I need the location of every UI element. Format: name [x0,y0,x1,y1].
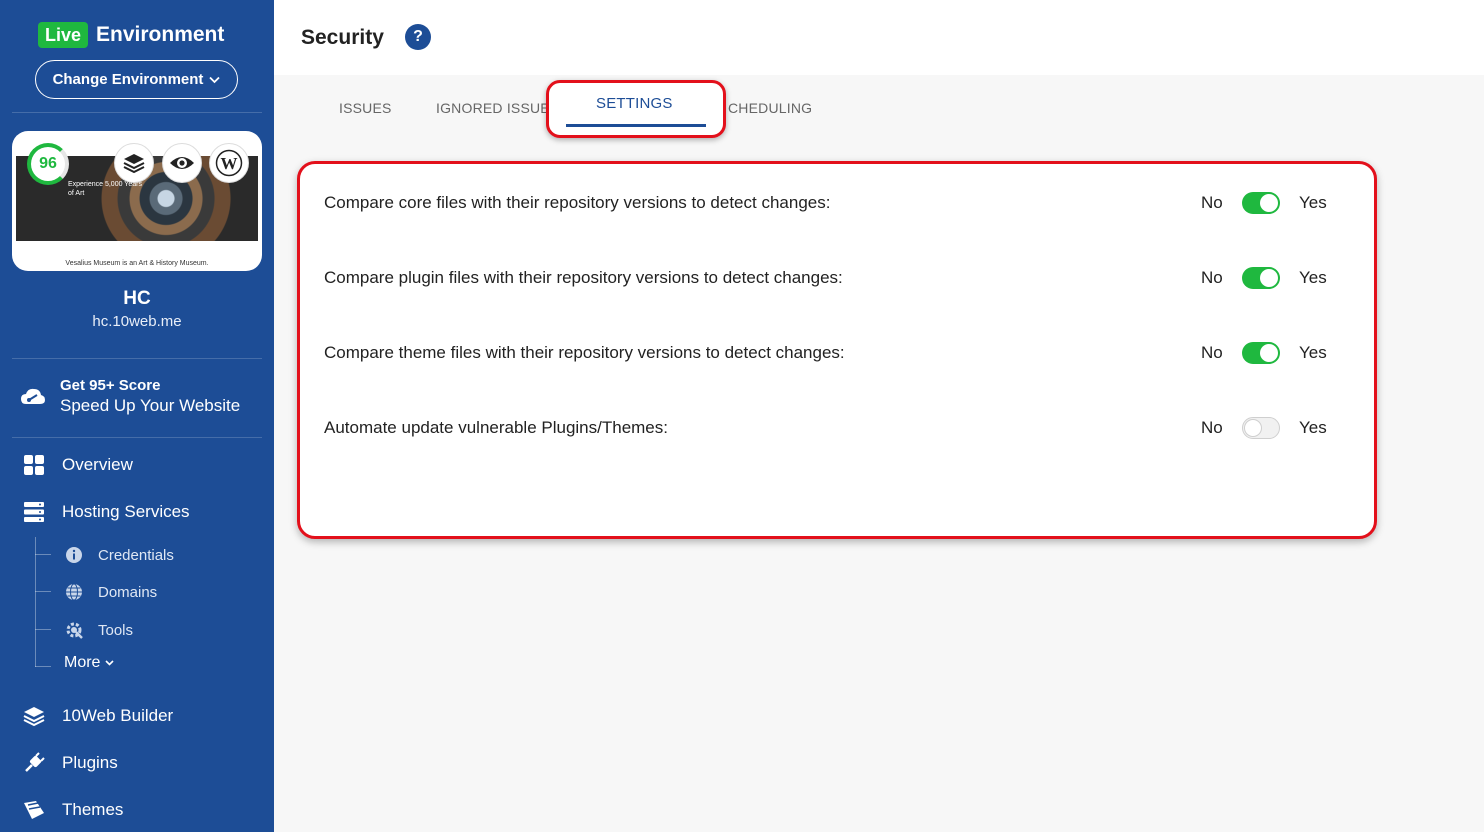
help-button[interactable]: ? [405,24,431,50]
submenu-line [35,537,36,667]
environment-title: Environment [96,23,225,46]
environment-header: Live Environment [38,22,224,48]
preview-view-button[interactable] [162,143,202,183]
preview-caption: Vesalius Museum is an Art & History Muse… [65,260,209,267]
tab-ignored-issues[interactable]: IGNORED ISSUE [436,100,550,116]
sidebar-item-overview[interactable]: Overview [22,453,133,477]
sidebar-item-credentials[interactable]: Credentials [64,545,174,565]
no-label: No [1201,418,1223,437]
sidebar-item-label: Plugins [62,753,118,772]
core-files-toggle[interactable] [1242,192,1280,214]
sidebar-item-label: Credentials [98,546,174,564]
layers-icon [22,704,46,728]
promo-title: Get 95+ Score [60,377,161,394]
plugin-files-toggle[interactable] [1242,267,1280,289]
sidebar-item-plugins[interactable]: Plugins [22,751,118,775]
setting-label: Compare core files with their repository… [324,193,831,212]
wordpress-icon: W [215,149,243,177]
change-environment-button[interactable]: Change Environment [35,60,238,99]
sidebar-item-label: Domains [98,583,158,601]
plug-icon [22,751,46,775]
toggle-knob [1260,344,1278,362]
yes-label: Yes [1299,193,1327,212]
gear-icon [66,622,83,639]
svg-text:W: W [221,154,238,173]
more-label: More [64,654,101,671]
sidebar-item-label: Themes [62,800,124,819]
live-badge: Live [38,22,89,48]
chevron-down-icon [105,660,115,666]
speed-cloud-icon [21,388,45,404]
layers-button[interactable] [114,143,154,183]
setting-row-auto-update: Automate update vulnerable Plugins/Theme… [324,413,1354,443]
eye-icon [170,157,194,169]
yes-label: Yes [1299,268,1327,287]
toggle-knob [1244,419,1262,437]
toggle-knob [1260,194,1278,212]
divider [12,112,262,113]
setting-label: Compare theme files with their repositor… [324,343,845,362]
security-settings-card: Compare core files with their repository… [297,161,1377,539]
submenu-tick [35,666,51,667]
sidebar-item-label: Hosting Services [62,502,190,521]
tab-issues[interactable]: ISSUES [339,100,392,116]
no-label: No [1201,343,1223,362]
change-environment-label: Change Environment [52,71,204,88]
wordpress-button[interactable]: W [209,143,249,183]
active-tab-underline [566,124,706,127]
sidebar-item-hosting-services[interactable]: Hosting Services [22,500,190,524]
setting-row-theme-files: Compare theme files with their repositor… [324,338,1354,368]
submenu-tick [35,629,51,630]
no-label: No [1201,193,1223,212]
site-name: HC [123,288,151,309]
site-preview[interactable]: Experience 5,000 Years of Art Vesalius M… [12,131,262,271]
dashboard-icon [22,453,46,477]
divider [12,358,262,359]
brush-icon [22,798,46,822]
theme-files-toggle[interactable] [1242,342,1280,364]
submenu-tick [35,591,51,592]
yes-label: Yes [1299,343,1327,362]
performance-score: 96 [27,143,69,185]
promo-subtitle: Speed Up Your Website [60,396,241,415]
sidebar-item-label: Overview [62,455,133,474]
sidebar-item-domains[interactable]: Domains [64,582,157,602]
yes-label: Yes [1299,418,1327,437]
server-icon [22,500,46,524]
sidebar-item-10web-builder[interactable]: 10Web Builder [22,704,173,728]
sidebar-item-tools[interactable]: Tools [64,620,133,640]
no-label: No [1201,268,1223,287]
tab-settings[interactable]: SETTINGS [596,95,673,112]
divider [12,437,262,438]
page-title: Security [301,26,384,49]
submenu-tick [35,554,51,555]
setting-label: Compare plugin files with their reposito… [324,268,843,287]
sidebar-more-button[interactable]: More [64,654,115,672]
globe-icon [66,583,82,601]
setting-row-plugin-files: Compare plugin files with their reposito… [324,263,1354,293]
speed-up-promo[interactable]: Get 95+ Score Speed Up Your Website [20,377,240,416]
toggle-knob [1260,269,1278,287]
tab-scheduling[interactable]: CHEDULING [728,100,812,116]
auto-update-toggle[interactable] [1242,417,1280,439]
sidebar: Live Environment Change Environment Expe… [0,0,274,832]
layers-icon [123,154,145,174]
sidebar-item-label: Tools [98,621,134,639]
chevron-down-icon [209,76,221,83]
page-header: Security ? [274,0,1484,75]
setting-label: Automate update vulnerable Plugins/Theme… [324,418,668,437]
info-icon [66,547,82,563]
sidebar-item-label: 10Web Builder [62,706,174,725]
setting-row-core-files: Compare core files with their repository… [324,188,1354,218]
sidebar-item-themes[interactable]: Themes [22,798,123,822]
site-url[interactable]: hc.10web.me [0,313,274,330]
